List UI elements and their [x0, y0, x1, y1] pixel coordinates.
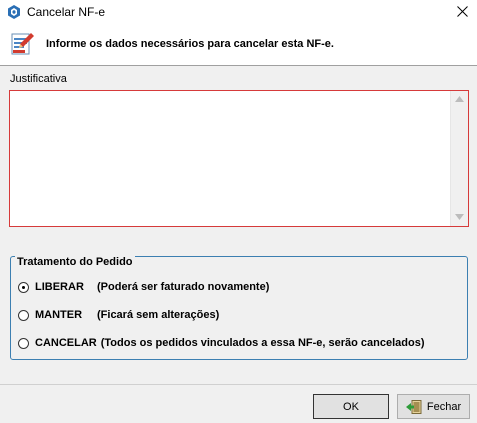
justification-label: Justificativa	[10, 73, 67, 85]
justification-container	[9, 90, 469, 227]
dialog-header: Informe os dados necessários para cancel…	[0, 24, 477, 66]
window-title: Cancelar NF-e	[27, 5, 106, 19]
option-manter-label: MANTER	[35, 309, 83, 321]
option-liberar-label: LIBERAR	[35, 281, 84, 293]
exit-door-icon	[405, 399, 422, 414]
close-icon	[457, 6, 468, 17]
close-button-label: Fechar	[426, 400, 462, 413]
close-button[interactable]: Fechar	[397, 394, 470, 419]
close-window-button[interactable]	[448, 0, 477, 24]
scroll-up-button[interactable]	[451, 91, 468, 108]
radio-manter[interactable]	[18, 309, 29, 321]
justification-scrollbar[interactable]	[450, 91, 468, 226]
arrow-up-icon	[455, 96, 464, 102]
app-logo-icon	[8, 5, 20, 19]
scroll-down-button[interactable]	[451, 209, 468, 226]
option-liberar-desc: (Poderá ser faturado novamente)	[97, 281, 270, 293]
arrow-down-icon	[455, 214, 464, 220]
footer-separator	[0, 384, 477, 385]
radio-liberar[interactable]	[18, 281, 29, 293]
option-manter[interactable]: MANTER (Ficará sem alterações)	[18, 307, 219, 323]
justification-input[interactable]	[10, 91, 451, 226]
option-cancelar-label: CANCELAR	[35, 337, 97, 349]
order-treatment-legend: Tratamento do Pedido	[15, 256, 135, 268]
title-bar: Cancelar NF-e	[0, 0, 477, 24]
option-cancelar[interactable]: CANCELAR (Todos os pedidos vinculados a …	[18, 335, 425, 351]
header-instruction: Informe os dados necessários para cancel…	[46, 38, 334, 50]
cancel-document-icon	[11, 33, 34, 55]
radio-cancelar[interactable]	[18, 337, 29, 349]
option-liberar[interactable]: LIBERAR (Poderá ser faturado novamente)	[18, 279, 269, 295]
option-cancelar-desc: (Todos os pedidos vinculados a essa NF-e…	[100, 337, 425, 349]
option-manter-desc: (Ficará sem alterações)	[97, 309, 220, 321]
ok-button[interactable]: OK	[313, 394, 389, 419]
ok-button-label: OK	[343, 400, 359, 413]
